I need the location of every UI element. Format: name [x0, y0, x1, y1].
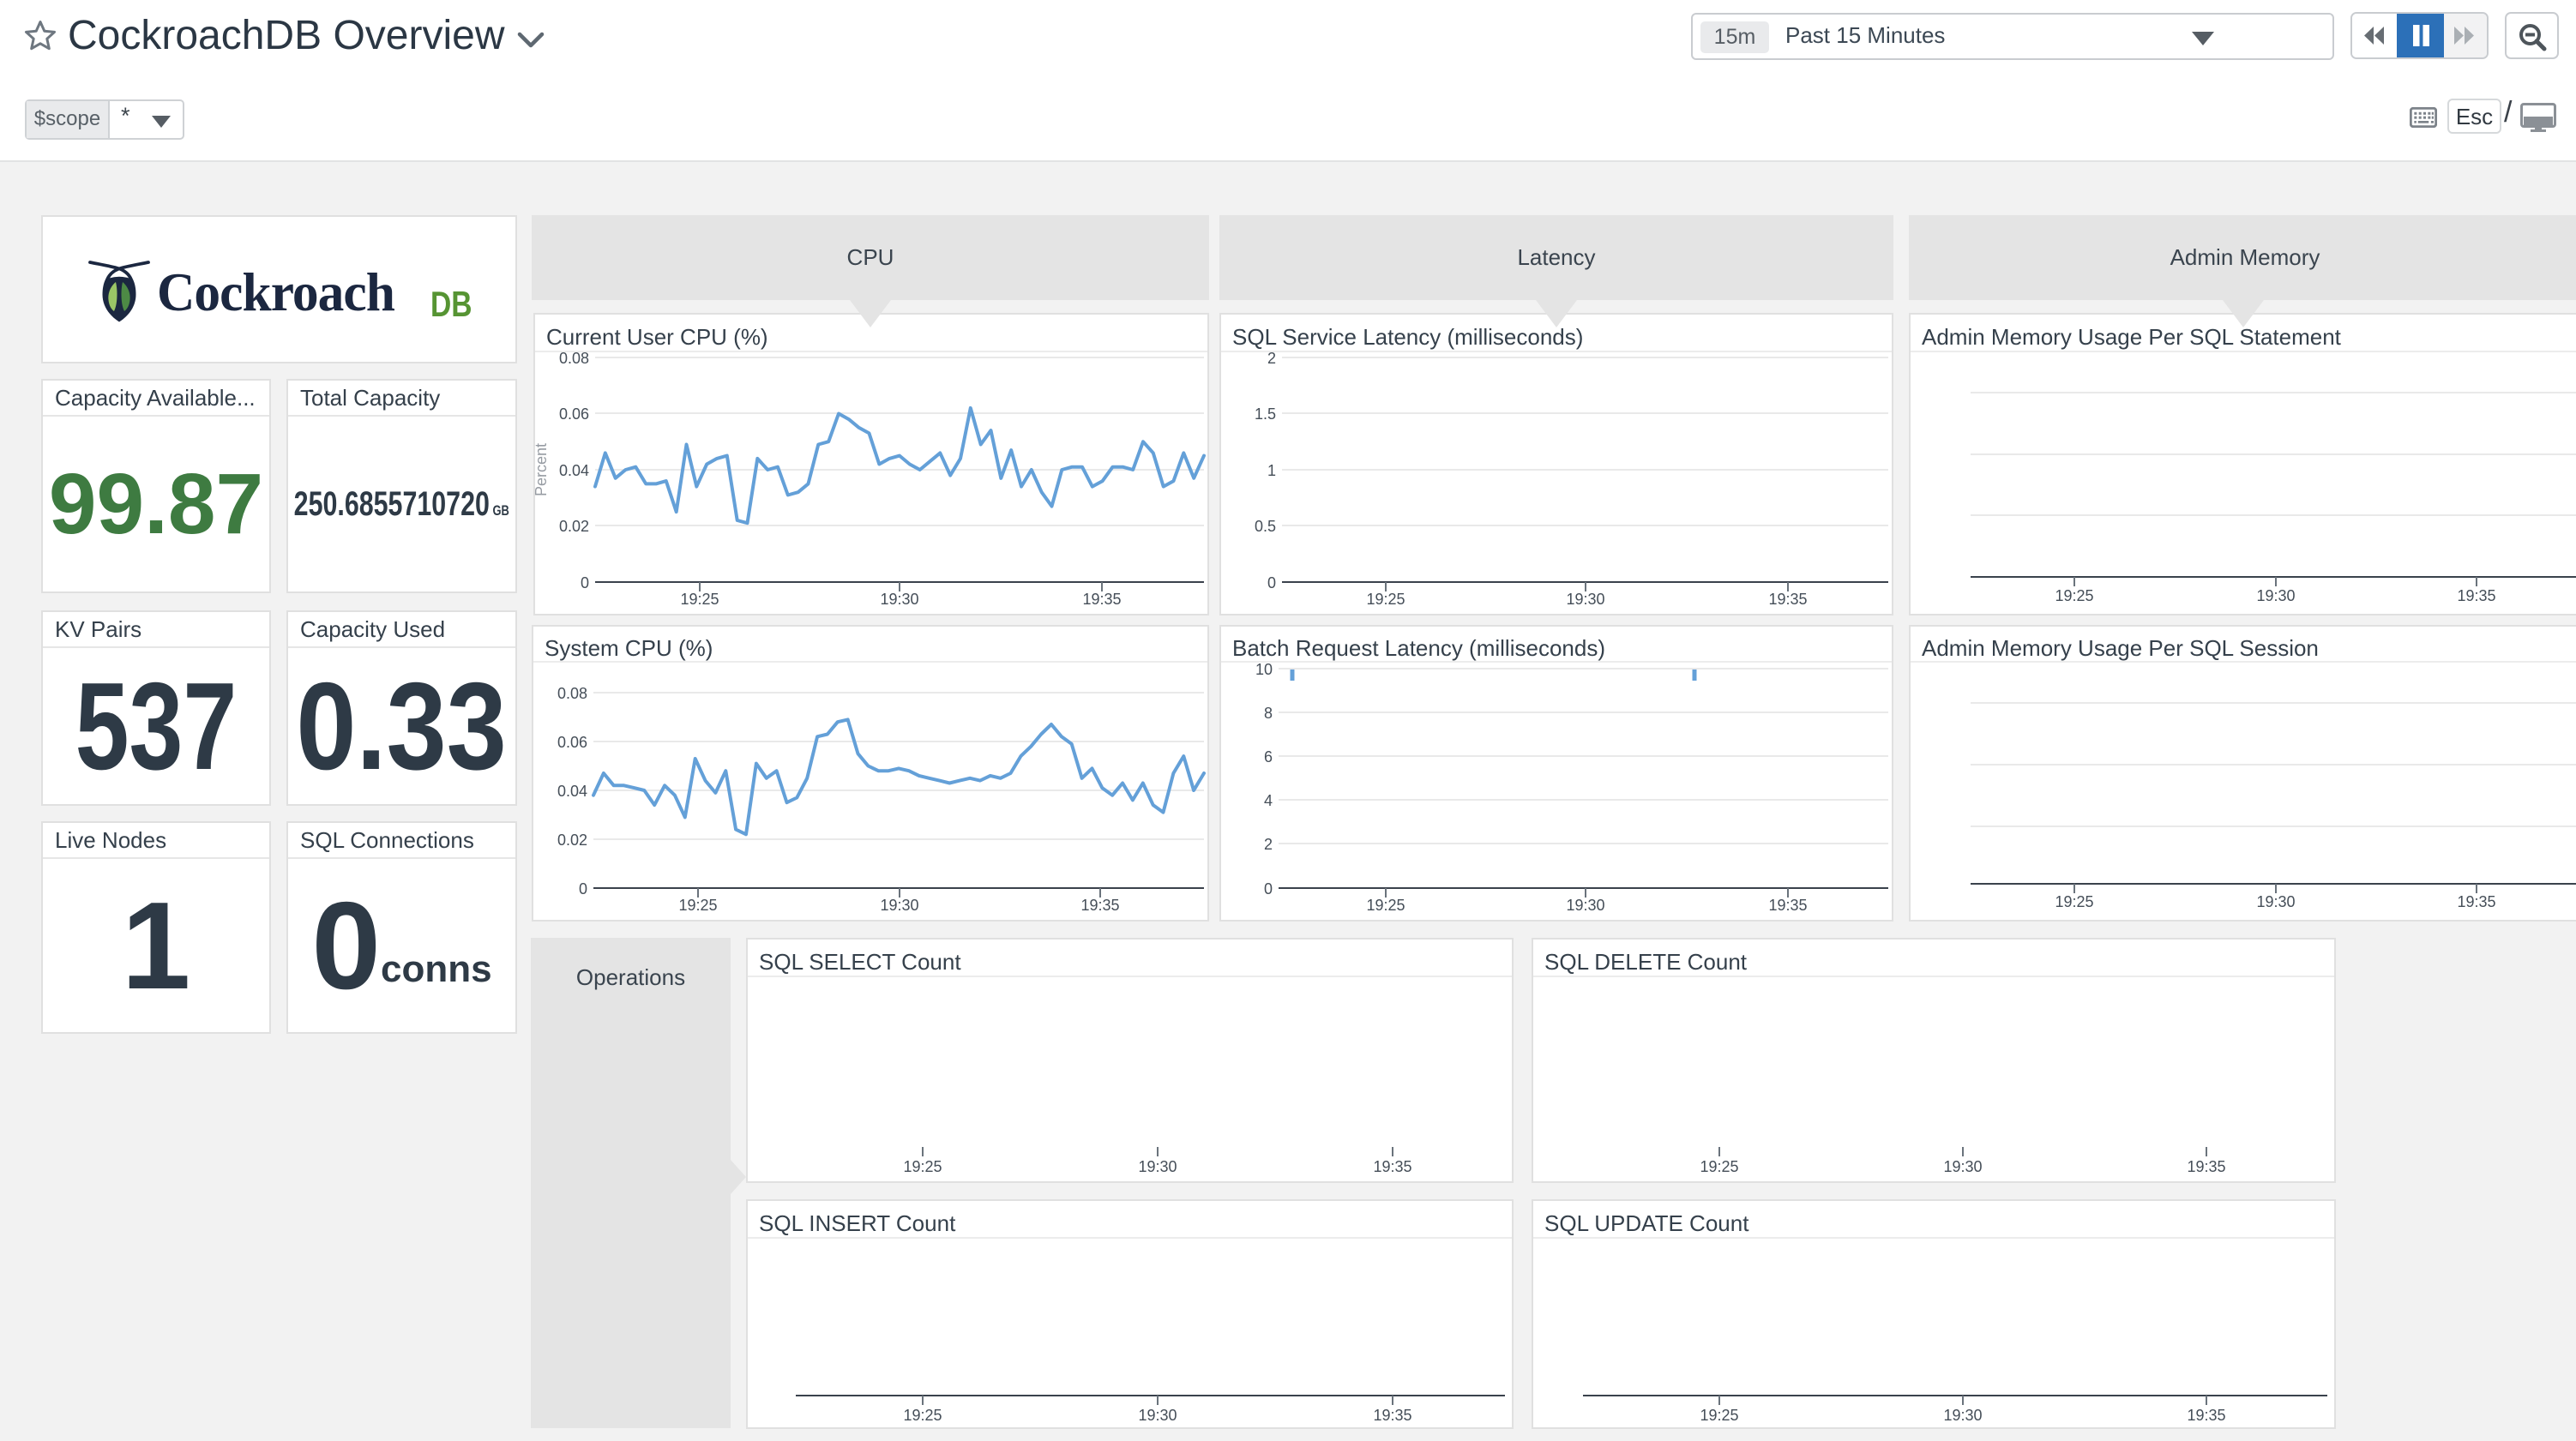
svg-text:19:35: 19:35 — [1080, 897, 1119, 914]
svg-text:0.04: 0.04 — [559, 462, 589, 479]
svg-text:10: 10 — [1255, 661, 1273, 678]
svg-text:19:30: 19:30 — [880, 591, 918, 608]
svg-text:19:25: 19:25 — [903, 1158, 942, 1175]
svg-text:0.5: 0.5 — [1255, 518, 1276, 535]
svg-text:0.04: 0.04 — [557, 783, 587, 800]
svg-text:0.08: 0.08 — [557, 685, 587, 702]
svg-text:19:30: 19:30 — [1566, 591, 1604, 608]
svg-text:0.02: 0.02 — [557, 832, 587, 849]
svg-text:19:35: 19:35 — [2457, 587, 2495, 604]
svg-text:19:25: 19:25 — [1700, 1407, 1738, 1424]
svg-text:19:30: 19:30 — [1138, 1158, 1177, 1175]
svg-text:19:25: 19:25 — [1366, 897, 1405, 914]
svg-text:19:35: 19:35 — [1373, 1407, 1411, 1424]
svg-text:0.08: 0.08 — [559, 350, 589, 367]
svg-text:19:25: 19:25 — [2055, 587, 2093, 604]
svg-text:19:25: 19:25 — [678, 897, 717, 914]
svg-text:0.06: 0.06 — [557, 734, 587, 751]
svg-text:19:35: 19:35 — [1768, 897, 1807, 914]
svg-text:19:30: 19:30 — [2256, 893, 2295, 910]
svg-text:19:30: 19:30 — [1943, 1158, 1982, 1175]
svg-text:19:30: 19:30 — [1566, 897, 1604, 914]
svg-text:19:25: 19:25 — [1366, 591, 1405, 608]
svg-text:19:30: 19:30 — [2256, 587, 2295, 604]
svg-text:19:25: 19:25 — [903, 1407, 942, 1424]
svg-text:0.02: 0.02 — [559, 518, 589, 535]
svg-text:19:30: 19:30 — [1138, 1407, 1177, 1424]
svg-text:19:25: 19:25 — [1700, 1158, 1738, 1175]
svg-text:19:35: 19:35 — [1373, 1158, 1411, 1175]
svg-text:19:35: 19:35 — [1082, 591, 1121, 608]
svg-text:2: 2 — [1267, 350, 1276, 367]
svg-text:19:30: 19:30 — [880, 897, 918, 914]
svg-text:Percent: Percent — [535, 443, 550, 496]
svg-text:19:35: 19:35 — [2187, 1407, 2225, 1424]
svg-text:0.06: 0.06 — [559, 405, 589, 423]
svg-text:19:35: 19:35 — [2457, 893, 2495, 910]
svg-text:19:25: 19:25 — [2055, 893, 2093, 910]
svg-text:0: 0 — [1264, 880, 1273, 898]
svg-text:6: 6 — [1264, 748, 1273, 766]
svg-text:1: 1 — [1267, 462, 1276, 479]
svg-text:19:35: 19:35 — [2187, 1158, 2225, 1175]
svg-text:8: 8 — [1264, 705, 1273, 722]
svg-text:0: 0 — [579, 880, 587, 898]
svg-text:19:30: 19:30 — [1943, 1407, 1982, 1424]
svg-text:2: 2 — [1264, 836, 1273, 853]
svg-text:19:35: 19:35 — [1768, 591, 1807, 608]
svg-text:1.5: 1.5 — [1255, 405, 1276, 423]
svg-text:19:25: 19:25 — [680, 591, 719, 608]
svg-text:0: 0 — [1267, 574, 1276, 591]
svg-text:4: 4 — [1264, 792, 1273, 809]
svg-text:0: 0 — [581, 574, 589, 591]
